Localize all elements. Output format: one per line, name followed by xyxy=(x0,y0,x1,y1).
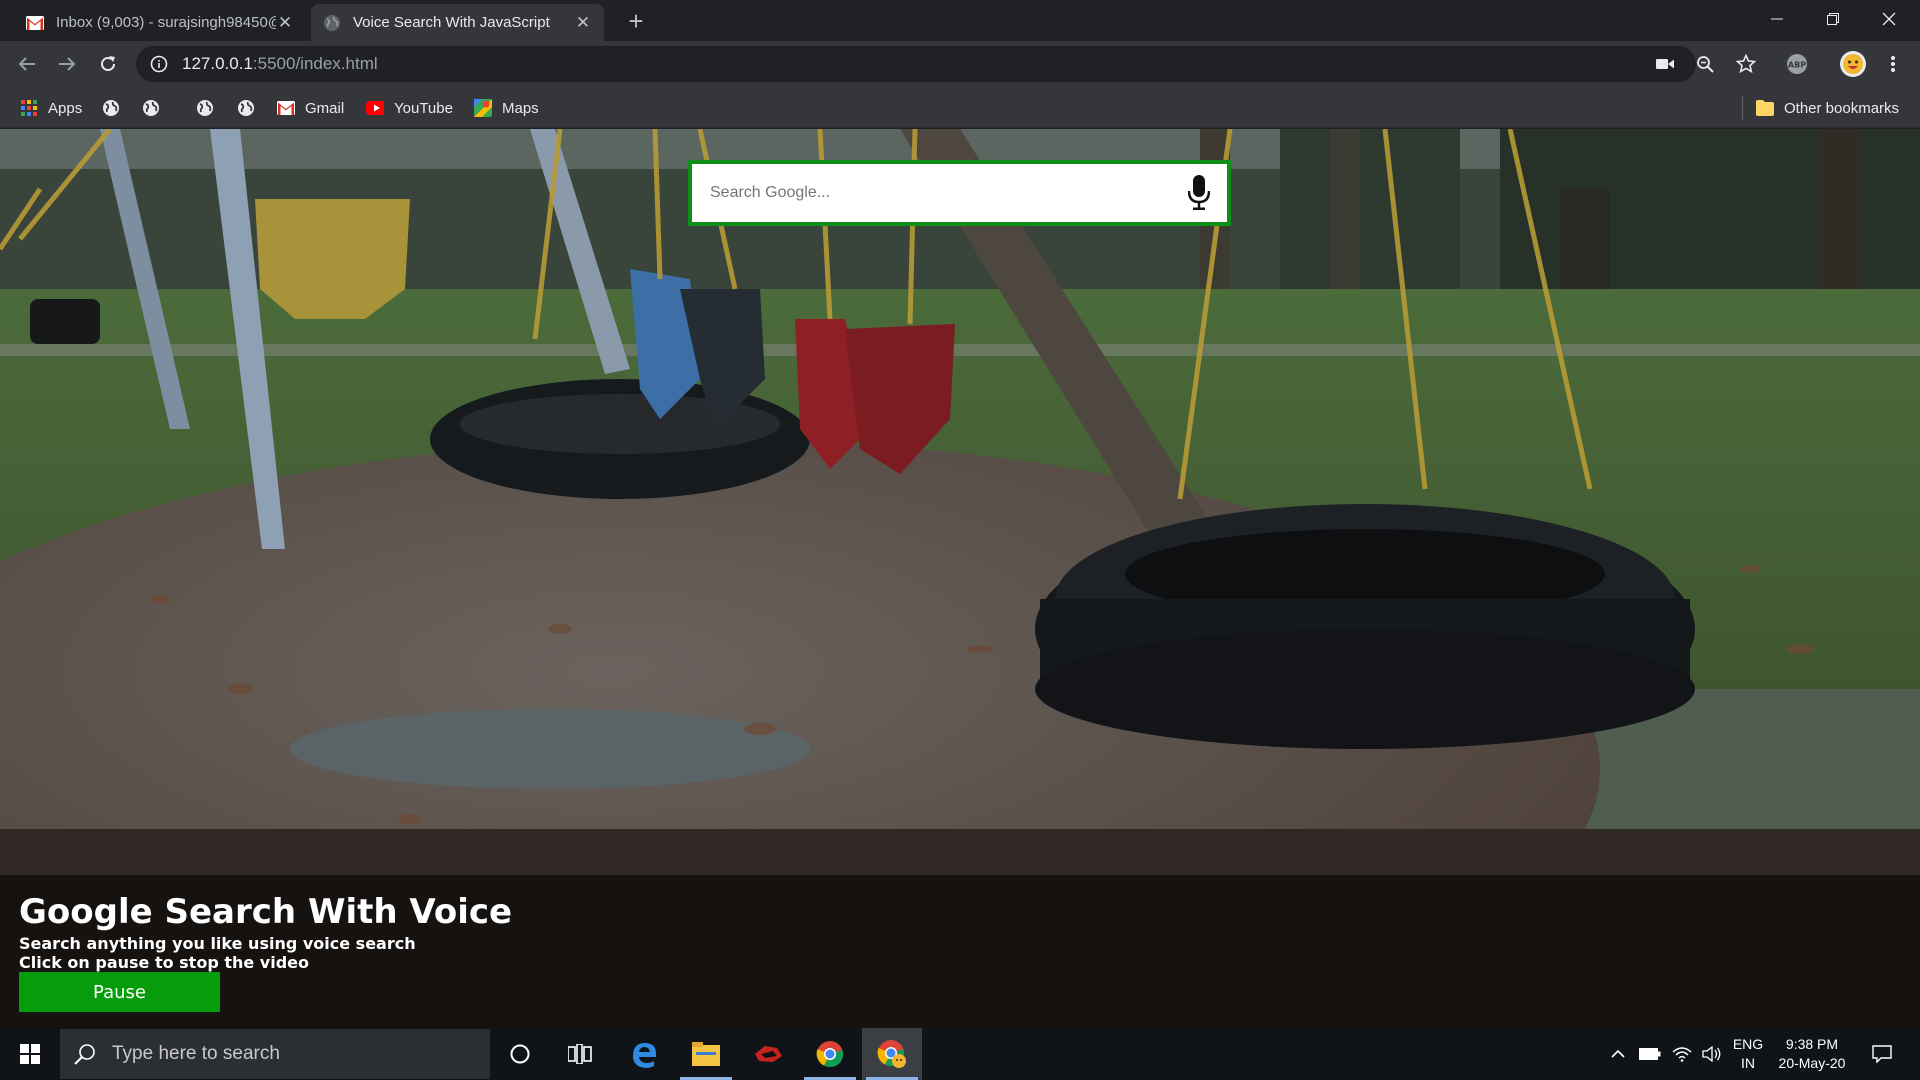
globe-icon xyxy=(102,99,120,117)
address-bar[interactable]: 127.0.0.1:5500/index.html xyxy=(136,46,1696,82)
menu-kebab-icon[interactable] xyxy=(1878,49,1908,79)
tab-title: Voice Search With JavaScript xyxy=(353,14,550,31)
page-subtitle: Search anything you like using voice sea… xyxy=(19,934,416,953)
game-app-icon[interactable] xyxy=(738,1028,798,1080)
browser-title-bar: Inbox (9,003) - surajsingh98450@ ✕ Voice… xyxy=(0,0,1920,41)
page-viewport: Google Search With Voice Search anything… xyxy=(0,129,1920,1028)
tab-voice-search[interactable]: Voice Search With JavaScript ✕ xyxy=(311,4,604,41)
tab-gmail-inbox[interactable]: Inbox (9,003) - surajsingh98450@ ✕ xyxy=(14,4,306,41)
windows-taskbar: Type here to search ENG IN 9:38 PM 20-Ma… xyxy=(0,1028,1920,1080)
clock-date: 20-May-20 xyxy=(1778,1055,1846,1071)
adblock-extension-icon[interactable]: ABP xyxy=(1782,49,1812,79)
url-path: :5500/index.html xyxy=(252,54,378,73)
bookmark-youtube[interactable]: YouTube xyxy=(366,97,453,119)
bookmark-other[interactable]: Other bookmarks xyxy=(1756,97,1899,119)
bookmark-star-icon[interactable] xyxy=(1731,49,1761,79)
page-title: Google Search With Voice xyxy=(19,892,513,932)
pause-button[interactable]: Pause xyxy=(19,972,220,1012)
globe-icon xyxy=(237,99,255,117)
bookmarks-separator xyxy=(1742,96,1743,120)
system-clock[interactable]: 9:38 PM 20-May-20 xyxy=(1770,1035,1854,1073)
windows-start-icon[interactable] xyxy=(0,1028,60,1080)
url-host: 127.0.0.1 xyxy=(182,54,253,73)
chrome-icon[interactable] xyxy=(800,1028,860,1080)
task-view-icon[interactable] xyxy=(550,1028,610,1080)
language-code: ENG xyxy=(1732,1036,1764,1052)
adblock-badge: ABP xyxy=(1788,61,1806,70)
voice-search-box xyxy=(688,160,1231,226)
volume-icon[interactable] xyxy=(1698,1028,1726,1080)
bookmark-gmail[interactable]: Gmail xyxy=(277,97,344,119)
region-code: IN xyxy=(1741,1055,1755,1071)
bookmark-apps[interactable]: Apps xyxy=(20,97,82,119)
chevron-up-icon[interactable] xyxy=(1606,1028,1630,1080)
chrome-profile-icon[interactable] xyxy=(862,1028,922,1080)
gmail-icon xyxy=(277,99,295,117)
youtube-icon xyxy=(366,99,384,117)
folder-icon xyxy=(1756,99,1774,117)
bookmark-globe-4[interactable] xyxy=(237,97,265,119)
battery-icon[interactable] xyxy=(1636,1028,1664,1080)
zoom-icon[interactable] xyxy=(1690,49,1720,79)
maps-icon xyxy=(474,99,492,117)
restore-icon[interactable] xyxy=(1810,0,1856,38)
bookmark-globe-2[interactable] xyxy=(142,97,170,119)
profile-avatar[interactable] xyxy=(1838,49,1868,79)
info-icon[interactable] xyxy=(150,55,168,73)
forward-arrow-icon[interactable] xyxy=(51,48,83,80)
clock-time: 9:38 PM xyxy=(1785,1036,1839,1052)
browser-toolbar: 127.0.0.1:5500/index.html ABP xyxy=(0,41,1920,88)
bookmarks-bar: Apps Gmail YouTube Maps Other bookmarks xyxy=(0,88,1920,128)
bookmark-globe-1[interactable] xyxy=(102,97,130,119)
cortana-icon[interactable] xyxy=(490,1028,550,1080)
globe-icon xyxy=(196,99,214,117)
page-instruction: Click on pause to stop the video xyxy=(19,953,310,972)
globe-icon xyxy=(142,99,160,117)
search-icon xyxy=(74,1043,96,1065)
bookmark-label: Gmail xyxy=(305,99,345,117)
tab-title: Inbox (9,003) - surajsingh98450@ xyxy=(56,14,276,31)
bookmark-label: Maps xyxy=(502,99,539,117)
close-window-icon[interactable] xyxy=(1866,0,1912,38)
search-input[interactable] xyxy=(692,164,1179,222)
camera-icon[interactable] xyxy=(1650,49,1680,79)
close-tab-icon[interactable]: ✕ xyxy=(276,13,294,32)
taskbar-search-placeholder: Type here to search xyxy=(112,1043,280,1064)
bookmark-label: YouTube xyxy=(394,99,453,117)
bookmark-label: Apps xyxy=(48,99,83,117)
file-explorer-icon[interactable] xyxy=(676,1028,736,1080)
wifi-icon[interactable] xyxy=(1668,1028,1696,1080)
other-bookmarks-label: Other bookmarks xyxy=(1784,99,1900,117)
new-tab-button[interactable]: + xyxy=(622,8,650,36)
notifications-icon[interactable] xyxy=(1862,1028,1902,1080)
minimize-icon[interactable] xyxy=(1754,0,1800,38)
gmail-icon xyxy=(26,14,44,32)
back-arrow-icon[interactable] xyxy=(11,48,43,80)
reload-icon[interactable] xyxy=(92,48,124,80)
language-indicator[interactable]: ENG IN xyxy=(1728,1035,1768,1073)
globe-icon xyxy=(323,14,341,32)
taskbar-search-box[interactable]: Type here to search xyxy=(60,1029,490,1079)
close-tab-icon[interactable]: ✕ xyxy=(574,13,592,32)
apps-grid-icon xyxy=(20,99,38,117)
bookmark-globe-3[interactable] xyxy=(196,97,224,119)
microphone-icon[interactable] xyxy=(1179,171,1219,215)
bookmark-maps[interactable]: Maps xyxy=(474,97,539,119)
edge-browser-icon[interactable] xyxy=(614,1028,674,1080)
